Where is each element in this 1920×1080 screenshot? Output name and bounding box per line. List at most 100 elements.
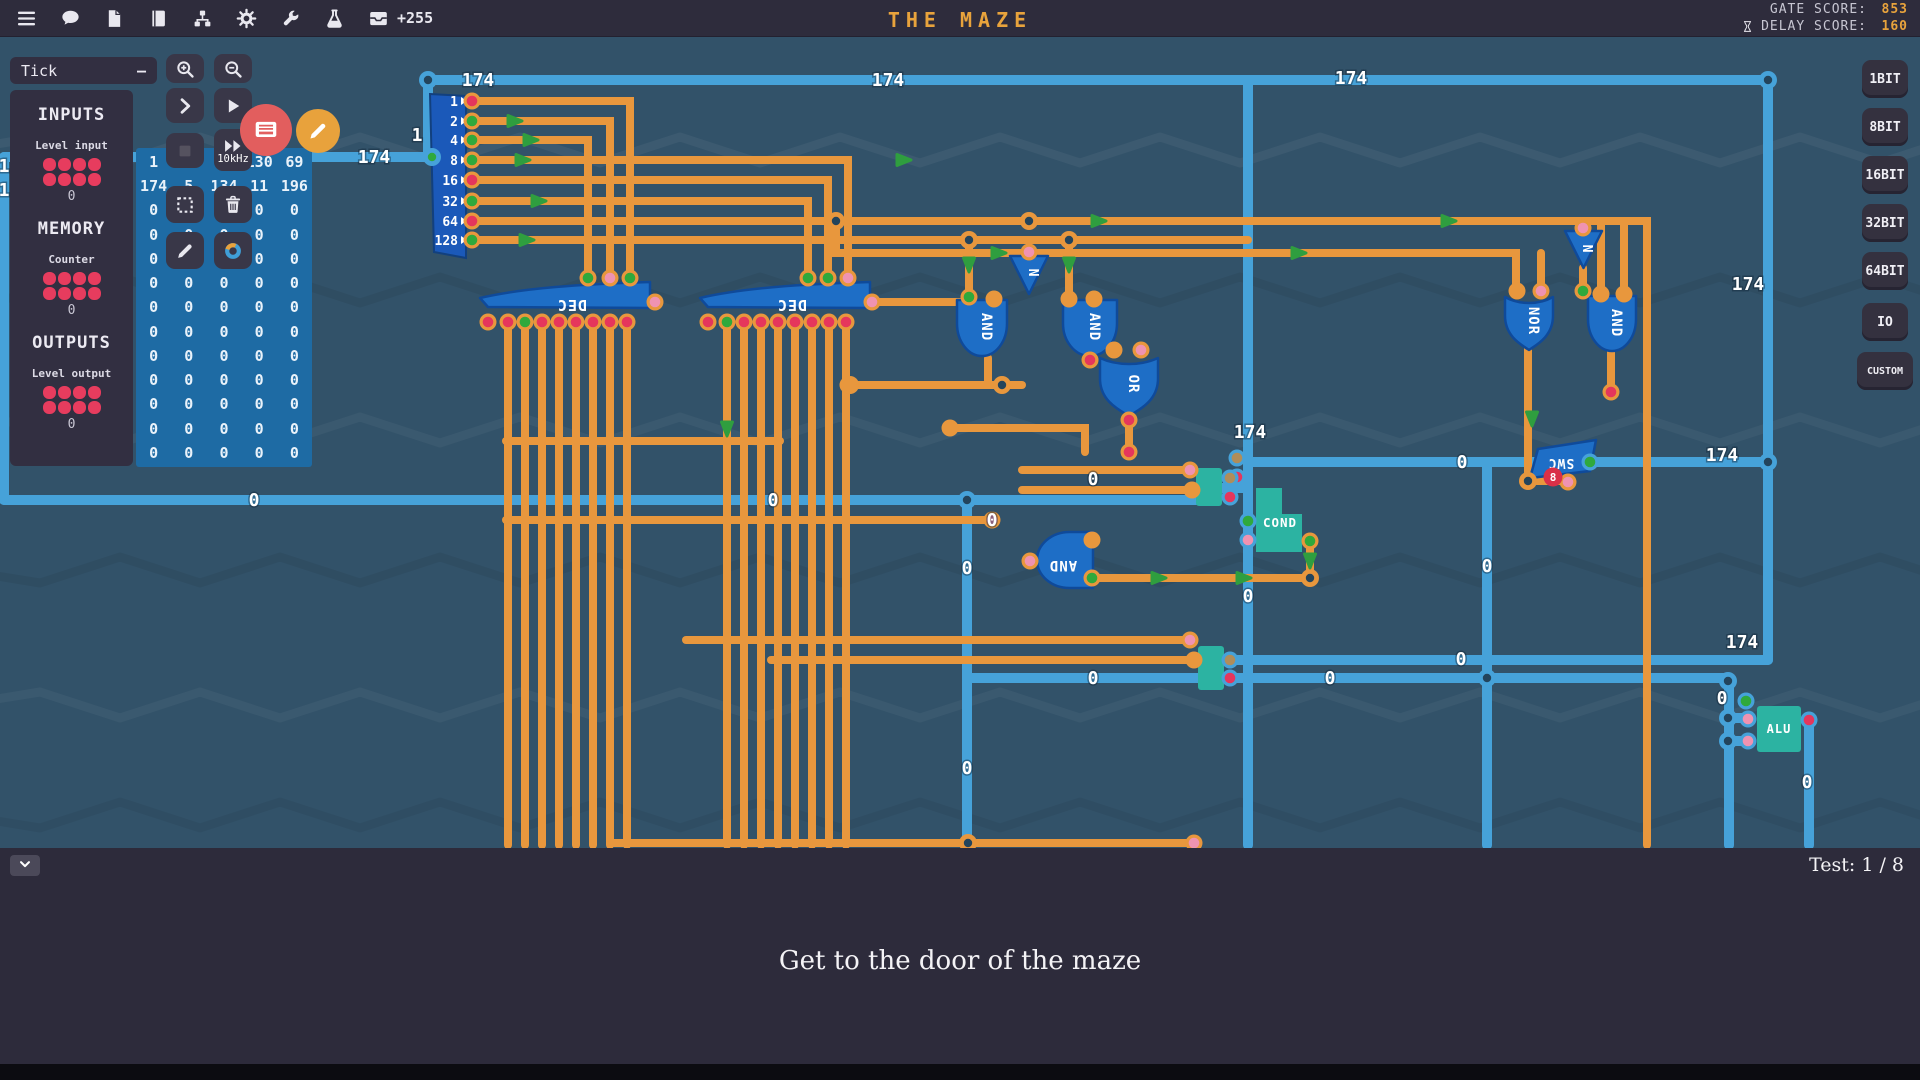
component-pin[interactable] [464,152,481,169]
component-pin[interactable] [534,314,551,331]
component-pin[interactable] [1061,291,1078,308]
tray-button[interactable] [368,8,389,29]
component-pin[interactable] [1240,513,1257,530]
component-pin[interactable] [1575,283,1592,300]
component-pin[interactable] [820,270,837,287]
wire-junction[interactable] [960,231,978,249]
component-pin[interactable] [464,232,481,249]
component-pin[interactable] [1133,342,1150,359]
component-pin[interactable] [1575,220,1592,237]
book-button[interactable] [148,8,169,29]
component-box[interactable] [1198,646,1224,690]
component-tab-64bit[interactable]: 64BIT [1862,252,1908,290]
wire-junction[interactable] [1301,569,1319,587]
wire-junction[interactable] [1719,709,1737,727]
component-pin[interactable] [551,314,568,331]
component-pin[interactable] [1184,482,1201,499]
component-pin[interactable] [1084,532,1101,549]
component-pin[interactable] [464,132,481,149]
collapse-button[interactable]: – [137,62,146,80]
component-pin[interactable] [1086,291,1103,308]
flask-button[interactable] [324,8,345,29]
delete-button[interactable] [214,186,252,223]
component-pin[interactable] [864,294,881,311]
component-pin[interactable] [622,270,639,287]
component-pin[interactable] [1082,352,1099,369]
component-pin[interactable] [1603,384,1620,401]
step-button[interactable] [166,88,204,123]
component-pin[interactable] [1106,342,1123,359]
component-pin[interactable] [1593,286,1610,303]
component-pin[interactable] [464,113,481,130]
gate-n[interactable]: N [1565,231,1602,268]
component-pin[interactable] [840,270,857,287]
component-pin[interactable] [580,270,597,287]
component-pin[interactable] [1738,693,1755,710]
select-button[interactable] [166,186,204,223]
edit-button[interactable] [166,232,204,269]
component-pin[interactable] [1509,283,1526,300]
zoom-in-button[interactable] [166,54,204,83]
component-pin[interactable] [500,314,517,331]
component-pin[interactable] [619,314,636,331]
component-tab-1bit[interactable]: 1BIT [1862,60,1908,98]
component-pin[interactable] [1302,533,1319,550]
component-pin[interactable] [1186,652,1203,669]
collapse-panel-button[interactable] [10,855,40,876]
component-pin[interactable] [1229,450,1246,467]
component-pin[interactable] [770,314,787,331]
component-box[interactable]: 1248163264128 [430,94,467,258]
component-pin[interactable] [1186,835,1203,849]
wire-junction[interactable] [1759,71,1777,89]
component-pin[interactable] [464,93,481,110]
menu-button[interactable] [16,8,37,29]
component-tab-8bit[interactable]: 8BIT [1862,108,1908,146]
component-pin[interactable] [821,314,838,331]
tick-panel[interactable]: Tick – [10,57,157,84]
screen-button[interactable] [240,104,292,156]
component-pin[interactable] [1182,632,1199,649]
gate-or[interactable]: OR [1100,358,1158,416]
component-pin[interactable] [800,270,817,287]
component-pin[interactable] [736,314,753,331]
component-pin[interactable] [804,314,821,331]
component-tab-io[interactable]: IO [1862,303,1908,341]
component-pin[interactable] [787,314,804,331]
component-pin[interactable] [1182,462,1199,479]
component-pin[interactable] [517,314,534,331]
component-pin[interactable] [961,289,978,306]
component-pin[interactable] [840,377,857,394]
component-pin[interactable] [1533,283,1550,300]
component-pin[interactable] [1121,444,1138,461]
orange-wires[interactable] [472,101,1647,845]
component-pin[interactable] [719,314,736,331]
component-pin[interactable] [1021,244,1038,261]
component-pin[interactable] [602,270,619,287]
component-pin[interactable] [1222,489,1239,506]
loop-button[interactable] [214,232,252,269]
wire-junction[interactable] [958,491,976,509]
stop-button[interactable] [166,133,204,168]
component-pin[interactable] [1740,733,1757,750]
component-pin[interactable] [464,213,481,230]
wire-junction[interactable] [423,148,441,166]
component-pin[interactable] [568,314,585,331]
wire-junction[interactable] [1719,732,1737,750]
file-button[interactable] [104,8,125,29]
component-pin[interactable] [585,314,602,331]
gate-alu[interactable]: ALU [1757,706,1801,752]
zoom-out-button[interactable] [214,54,252,83]
gate-nor[interactable]: NOR [1505,297,1553,350]
component-pin[interactable] [1582,454,1599,471]
gate-and[interactable]: AND [1588,296,1636,351]
component-pin[interactable] [1801,712,1818,729]
component-pin[interactable] [1222,652,1239,669]
component-pin[interactable] [700,314,717,331]
wire-junction[interactable] [1020,212,1038,230]
component-pin[interactable] [464,172,481,189]
component-pin[interactable] [464,193,481,210]
wire-junction[interactable] [993,376,1011,394]
component-pin[interactable] [1022,553,1039,570]
component-tab-32bit[interactable]: 32BIT [1862,204,1908,242]
chat-button[interactable] [60,8,81,29]
